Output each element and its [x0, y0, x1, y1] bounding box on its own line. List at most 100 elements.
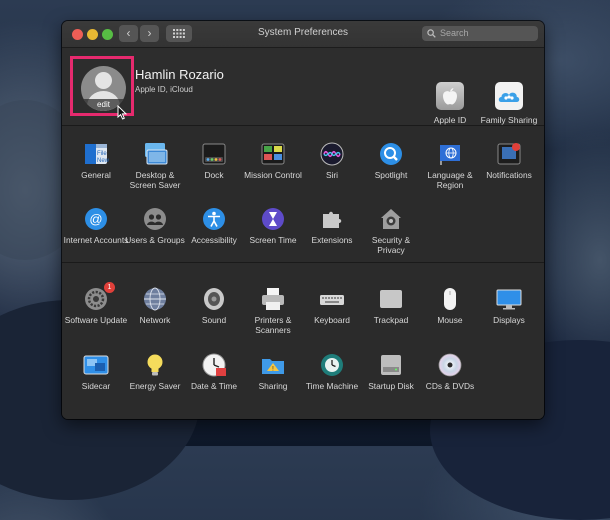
pref-security-privacy[interactable]: Security & Privacy — [358, 206, 424, 255]
globe-icon — [142, 286, 168, 312]
hourglass-icon — [260, 206, 286, 232]
spotlight-icon — [378, 141, 404, 167]
show-all-button[interactable] — [166, 25, 192, 42]
pref-label: Security & Privacy — [371, 235, 411, 255]
pref-label: Users & Groups — [125, 235, 185, 245]
pref-desktop-screen-saver[interactable]: Desktop & Screen Saver — [122, 141, 188, 190]
chevron-right-icon: › — [147, 26, 152, 40]
pref-label: Notifications — [486, 170, 532, 180]
pref-accessibility[interactable]: Accessibility — [181, 206, 247, 245]
pref-language-region[interactable]: Language & Region — [417, 141, 483, 190]
account-name: Hamlin Rozario — [135, 67, 224, 82]
pref-startup-disk[interactable]: Startup Disk — [358, 352, 424, 391]
grid-icon — [173, 29, 185, 38]
pref-cds-dvds[interactable]: CDs & DVDs — [417, 352, 483, 391]
gear-icon: 1 — [83, 282, 115, 312]
pref-label: Screen Time — [249, 235, 297, 245]
update-count-badge: 1 — [104, 282, 115, 293]
pref-label: Date & Time — [190, 381, 238, 391]
pref-label: Family Sharing — [480, 115, 538, 125]
mouse-pointer-icon — [117, 105, 128, 120]
search-icon — [427, 29, 436, 38]
forward-button[interactable]: › — [140, 25, 159, 42]
back-button[interactable]: ‹ — [119, 25, 138, 42]
pref-mouse[interactable]: Mouse — [417, 286, 483, 325]
minimize-button[interactable] — [87, 29, 98, 40]
pref-label: CDs & DVDs — [425, 381, 475, 391]
bulb-icon — [142, 352, 168, 378]
pref-mission-control[interactable]: Mission Control — [240, 141, 306, 180]
pref-network[interactable]: Network — [122, 286, 188, 325]
apple-icon — [436, 82, 464, 110]
pref-time-machine[interactable]: Time Machine — [299, 352, 365, 391]
pref-dock[interactable]: Dock — [181, 141, 247, 180]
pref-label: Mouse — [437, 315, 463, 325]
pref-family-sharing[interactable]: Family Sharing — [480, 82, 538, 125]
display-icon — [496, 286, 522, 312]
house-lock-icon — [378, 206, 404, 232]
pref-spotlight[interactable]: Spotlight — [358, 141, 424, 180]
pref-internet-accounts[interactable]: @ Internet Accounts — [63, 206, 129, 245]
pref-date-time[interactable]: Date & Time — [181, 352, 247, 391]
trackpad-icon — [378, 286, 404, 312]
mission-control-icon — [260, 141, 286, 167]
pref-label: Sound — [201, 315, 227, 325]
pref-label: Apple ID — [433, 115, 467, 125]
time-machine-icon — [319, 352, 345, 378]
zoom-button[interactable] — [102, 29, 113, 40]
preferences-section-personal: File New General Desktop & Screen Saver D… — [62, 126, 544, 263]
family-sharing-icon — [495, 82, 523, 110]
flag-globe-icon — [437, 141, 463, 167]
pref-trackpad[interactable]: Trackpad — [358, 286, 424, 325]
desktop-icon — [142, 141, 168, 167]
pref-users-groups[interactable]: Users & Groups — [122, 206, 188, 245]
pref-label: Network — [139, 315, 171, 325]
svg-text:File: File — [97, 151, 107, 157]
pref-label: Energy Saver — [129, 381, 181, 391]
pref-screen-time[interactable]: Screen Time — [240, 206, 306, 245]
general-icon: File New — [83, 141, 110, 167]
pref-label: Dock — [204, 170, 224, 180]
pref-keyboard[interactable]: Keyboard — [299, 286, 365, 325]
pref-energy-saver[interactable]: Energy Saver — [122, 352, 188, 391]
users-icon — [142, 206, 168, 232]
svg-text:@: @ — [89, 212, 102, 227]
pref-label: Trackpad — [373, 315, 409, 325]
pref-label: Printers & Scanners — [254, 315, 292, 335]
keyboard-icon — [319, 286, 345, 312]
pref-label: Language & Region — [427, 170, 473, 190]
pref-printers-scanners[interactable]: Printers & Scanners — [240, 286, 306, 335]
siri-icon — [319, 141, 345, 167]
pref-sidecar[interactable]: Sidecar — [63, 352, 129, 391]
pref-label: Accessibility — [191, 235, 237, 245]
pref-sharing[interactable]: ! Sharing — [240, 352, 306, 391]
preferences-section-hardware: 1 Software Update Network Sound Printers… — [62, 263, 544, 419]
speaker-icon — [201, 286, 227, 312]
search-field[interactable]: Search — [422, 26, 538, 41]
pref-label: Mission Control — [244, 170, 302, 180]
account-subtitle: Apple ID, iCloud — [135, 85, 193, 94]
cd-icon — [437, 352, 463, 378]
pref-displays[interactable]: Displays — [476, 286, 542, 325]
pref-label: Internet Accounts — [63, 235, 129, 245]
accessibility-icon — [201, 206, 227, 232]
dock-icon — [201, 141, 227, 167]
pref-general[interactable]: File New General — [63, 141, 129, 180]
pref-extensions[interactable]: Extensions — [299, 206, 365, 245]
svg-text:New: New — [97, 158, 109, 164]
account-section: edit Hamlin Rozario Apple ID, iCloud App… — [62, 48, 544, 126]
pref-notifications[interactable]: Notifications — [476, 141, 542, 180]
sharing-folder-icon: ! — [260, 352, 286, 378]
pref-software-update[interactable]: 1 Software Update — [63, 282, 129, 325]
close-button[interactable] — [72, 29, 83, 40]
sidecar-icon — [83, 352, 109, 378]
pref-label: Displays — [493, 315, 525, 325]
pref-apple-id[interactable]: Apple ID — [421, 82, 479, 125]
pref-label: Desktop & Screen Saver — [129, 170, 181, 190]
window-title: System Preferences — [257, 27, 349, 38]
pref-label: Siri — [325, 170, 339, 180]
pref-label: Extensions — [311, 235, 353, 245]
pref-label: Spotlight — [374, 170, 408, 180]
pref-sound[interactable]: Sound — [181, 286, 247, 325]
pref-siri[interactable]: Siri — [299, 141, 365, 180]
